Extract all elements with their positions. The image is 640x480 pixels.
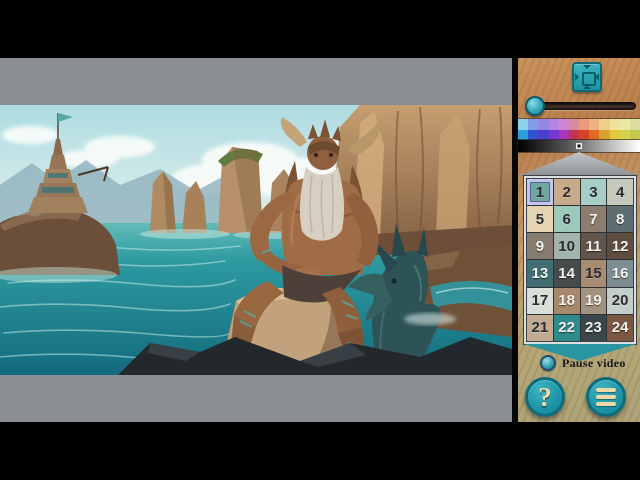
hue-palette <box>518 119 640 140</box>
color-cell-16[interactable]: 16 <box>607 260 633 286</box>
color-cell-4[interactable]: 4 <box>607 179 633 205</box>
palette-swatch-light-12[interactable] <box>630 119 640 130</box>
color-cell-24[interactable]: 24 <box>607 315 633 341</box>
color-cell-6[interactable]: 6 <box>554 206 580 232</box>
palette-swatch-sat-3[interactable] <box>538 130 548 141</box>
palette-swatch-sat-7[interactable] <box>579 130 589 141</box>
help-button[interactable]: ? <box>525 377 565 417</box>
palette-swatch-sat-6[interactable] <box>569 130 579 141</box>
color-number-grid: 123456789101112131415161718192021222324 <box>526 178 634 342</box>
palette-swatch-light-7[interactable] <box>579 119 589 130</box>
pause-video-label: Pause video <box>562 356 626 371</box>
color-cell-2[interactable]: 2 <box>554 179 580 205</box>
color-cell-5[interactable]: 5 <box>527 206 553 232</box>
color-cell-15[interactable]: 15 <box>581 260 607 286</box>
grayscale-bar[interactable] <box>518 140 640 152</box>
palette-swatch-sat-8[interactable] <box>589 130 599 141</box>
color-cell-22[interactable]: 22 <box>554 315 580 341</box>
hamburger-icon <box>596 388 616 409</box>
grayscale-marker[interactable] <box>576 143 582 149</box>
palette-swatch-light-6[interactable] <box>569 119 579 130</box>
color-cell-21[interactable]: 21 <box>527 315 553 341</box>
color-cell-14[interactable]: 14 <box>554 260 580 286</box>
palette-swatch-sat-9[interactable] <box>599 130 609 141</box>
color-cell-9[interactable]: 9 <box>527 233 553 259</box>
color-cell-7[interactable]: 7 <box>581 206 607 232</box>
tool-sidebar: 123456789101112131415161718192021222324 … <box>518 58 640 422</box>
question-mark-icon: ? <box>528 381 562 413</box>
color-cell-8[interactable]: 8 <box>607 206 633 232</box>
palette-swatch-light-2[interactable] <box>528 119 538 130</box>
color-cell-18[interactable]: 18 <box>554 288 580 314</box>
palette-swatch-sat-4[interactable] <box>549 130 559 141</box>
painting-scene <box>0 105 512 375</box>
canvas-background <box>0 58 512 422</box>
painting-canvas[interactable] <box>0 105 512 375</box>
color-cell-13[interactable]: 13 <box>527 260 553 286</box>
palette-swatch-sat-10[interactable] <box>610 130 620 141</box>
game-window: 123456789101112131415161718192021222324 … <box>0 0 640 480</box>
palette-swatch-light-8[interactable] <box>589 119 599 130</box>
palette-swatch-sat-1[interactable] <box>518 130 528 141</box>
palette-swatch-sat-11[interactable] <box>620 130 630 141</box>
menu-button[interactable] <box>586 377 626 417</box>
color-cell-12[interactable]: 12 <box>607 233 633 259</box>
color-cell-23[interactable]: 23 <box>581 315 607 341</box>
palette-swatch-sat-2[interactable] <box>528 130 538 141</box>
pause-video-row: Pause video <box>518 354 640 374</box>
pause-video-toggle[interactable] <box>540 355 556 371</box>
palette-swatch-light-9[interactable] <box>599 119 609 130</box>
zoom-slider-knob[interactable] <box>525 96 545 116</box>
color-cell-17[interactable]: 17 <box>527 288 553 314</box>
palette-swatch-light-1[interactable] <box>518 119 528 130</box>
palette-swatch-sat-5[interactable] <box>559 130 569 141</box>
fit-view-button[interactable] <box>572 62 602 92</box>
color-cell-3[interactable]: 3 <box>581 179 607 205</box>
color-cell-20[interactable]: 20 <box>607 288 633 314</box>
color-cell-1[interactable]: 1 <box>527 179 553 205</box>
palette-swatch-light-3[interactable] <box>538 119 548 130</box>
palette-swatch-light-11[interactable] <box>620 119 630 130</box>
palette-swatch-light-10[interactable] <box>610 119 620 130</box>
color-cell-11[interactable]: 11 <box>581 233 607 259</box>
panel-top-ornament <box>518 152 640 176</box>
fit-view-icon <box>582 72 596 86</box>
palette-swatch-sat-12[interactable] <box>630 130 640 141</box>
color-cell-19[interactable]: 19 <box>581 288 607 314</box>
palette-swatch-light-5[interactable] <box>559 119 569 130</box>
palette-swatch-light-4[interactable] <box>549 119 559 130</box>
color-cell-10[interactable]: 10 <box>554 233 580 259</box>
color-number-panel: 123456789101112131415161718192021222324 <box>524 176 636 344</box>
